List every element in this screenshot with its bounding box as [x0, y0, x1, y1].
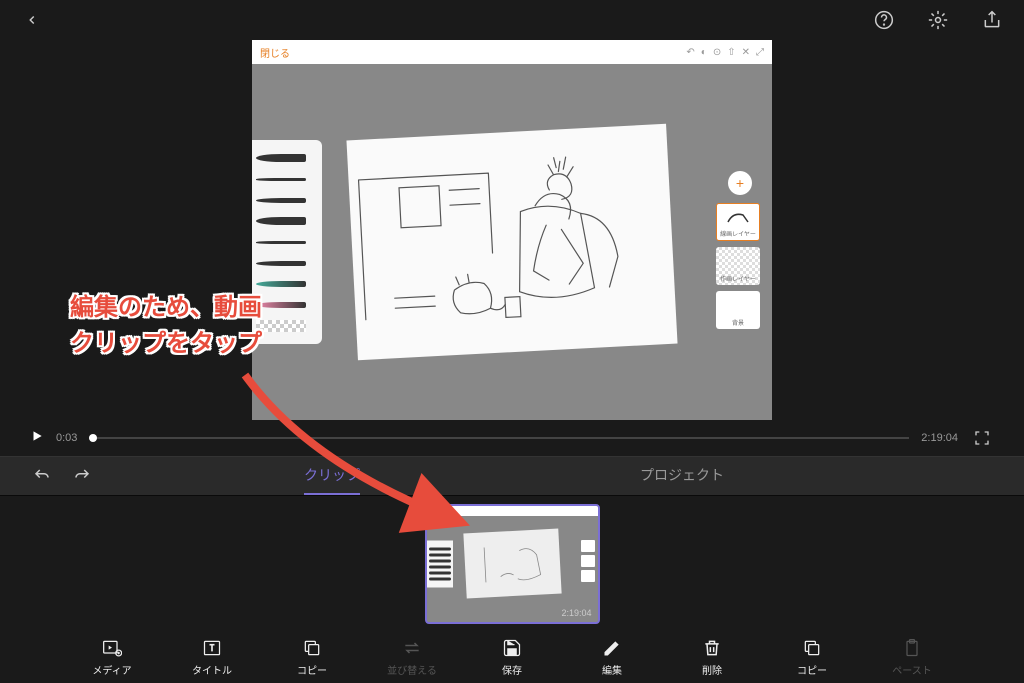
back-button[interactable] — [20, 8, 44, 32]
copy-button[interactable]: コピー — [287, 638, 337, 677]
reorder-button: 並び替える — [387, 638, 437, 677]
brush-7 — [256, 275, 318, 293]
paste-icon — [902, 638, 922, 658]
brush-3 — [256, 191, 318, 209]
delete-button[interactable]: 削除 — [687, 638, 737, 677]
annotation-line2: クリップをタップ — [70, 326, 262, 362]
brush-checker — [256, 317, 318, 335]
brush-5 — [256, 233, 318, 251]
save-button[interactable]: 保存 — [487, 638, 537, 677]
add-layer-button: + — [728, 171, 752, 195]
layer-thumb-2: 作画レイヤー — [716, 247, 760, 285]
media-button[interactable]: メディア — [87, 638, 137, 677]
title-button[interactable]: タイトル — [187, 638, 237, 677]
brush-6 — [256, 254, 318, 272]
save-icon — [502, 638, 522, 658]
canvas-toolbar: 閉じる ↶ ◐ ⊙ ⇧ ✕ ⤢ — [252, 40, 772, 64]
progress-track[interactable] — [89, 437, 909, 439]
fullscreen-button[interactable] — [970, 426, 994, 450]
preview-area: 閉じる ↶ ◐ ⊙ ⇧ ✕ ⤢ — [0, 40, 1024, 420]
copy2-icon — [802, 638, 822, 658]
tool-icon-1: ◐ — [701, 47, 707, 58]
brush-8 — [256, 296, 318, 314]
canvas-preview[interactable]: 閉じる ↶ ◐ ⊙ ⇧ ✕ ⤢ — [252, 40, 772, 420]
annotation-overlay: 編集のため、動画 クリップをタップ — [70, 290, 262, 362]
undo-button[interactable] — [30, 464, 54, 488]
redo-button[interactable] — [70, 464, 94, 488]
brush-1 — [256, 149, 318, 167]
tab-project[interactable]: プロジェクト — [640, 457, 724, 495]
edit-icon — [602, 638, 622, 658]
bottom-toolbar: メディア タイトル コピー 並び替える 保存 編集 削除 — [0, 631, 1024, 683]
media-icon — [102, 638, 122, 658]
paste-button: ペースト — [887, 638, 937, 677]
close-label: 閉じる — [260, 45, 290, 60]
clip-duration: 2:19:04 — [561, 608, 591, 618]
help-icon[interactable] — [872, 8, 896, 32]
top-bar — [0, 0, 1024, 40]
copy-icon — [302, 638, 322, 658]
expand-mini-icon: ⤢ — [756, 47, 764, 58]
title-icon — [202, 638, 222, 658]
progress-handle[interactable] — [89, 434, 97, 442]
brush-2 — [256, 170, 318, 188]
annotation-arrow — [230, 365, 490, 545]
tool-icon-4: ✕ — [742, 47, 750, 58]
layers-panel: + 線画レイヤー 作画レイヤー 背景 — [716, 171, 764, 335]
current-time: 0:03 — [56, 432, 77, 444]
undo-mini-icon: ↶ — [686, 47, 694, 58]
reorder-icon — [402, 638, 422, 658]
brush-panel — [252, 140, 322, 344]
tabs-row: クリップ プロジェクト — [0, 456, 1024, 496]
edit-button[interactable]: 編集 — [587, 638, 637, 677]
tool-icon-2: ⊙ — [713, 47, 721, 58]
tool-icon-3: ⇧ — [727, 47, 735, 58]
layer-thumb-1: 線画レイヤー — [716, 203, 760, 241]
annotation-line1: 編集のため、動画 — [70, 290, 262, 326]
copy2-button[interactable]: コピー — [787, 638, 837, 677]
clip-area: 2:19:04 — [0, 496, 1024, 631]
layer-thumb-3: 背景 — [716, 291, 760, 329]
delete-icon — [702, 638, 722, 658]
play-button[interactable] — [30, 429, 44, 448]
share-icon[interactable] — [980, 8, 1004, 32]
brush-4 — [256, 212, 318, 230]
total-time: 2:19:04 — [921, 432, 958, 444]
settings-icon[interactable] — [926, 8, 950, 32]
playback-bar: 0:03 2:19:04 — [0, 420, 1024, 456]
sketch-canvas — [346, 124, 677, 360]
